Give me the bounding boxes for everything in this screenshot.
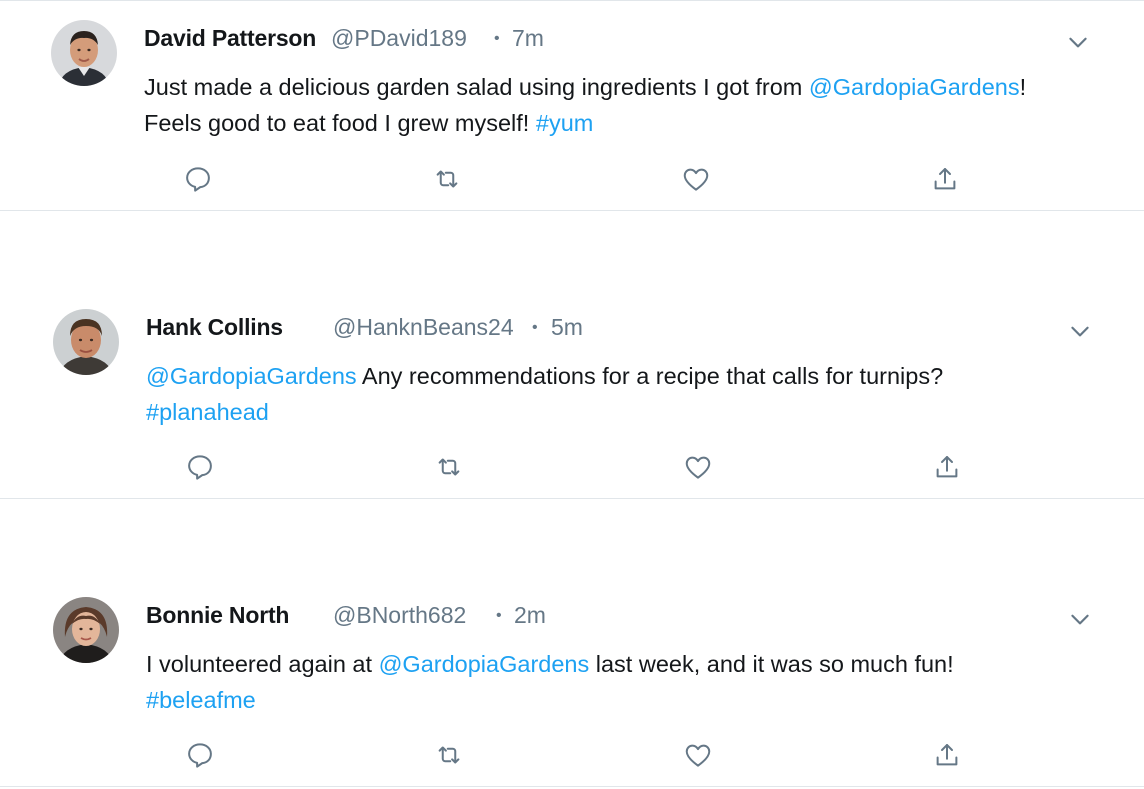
like-icon[interactable] bbox=[683, 452, 713, 482]
reply-icon[interactable] bbox=[185, 740, 215, 770]
chevron-down-icon[interactable] bbox=[1067, 318, 1093, 344]
timestamp[interactable]: 2m bbox=[514, 602, 546, 629]
like-icon[interactable] bbox=[683, 740, 713, 770]
reply-icon[interactable] bbox=[185, 452, 215, 482]
tweet[interactable]: David Patterson @PDavid189 • 7m Just mad… bbox=[0, 0, 1144, 192]
tweet-text-line: I volunteered again at @GardopiaGardens … bbox=[146, 646, 954, 682]
user-handle[interactable]: @BNorth682 bbox=[333, 602, 466, 629]
separator-dot: • bbox=[532, 319, 538, 336]
display-name[interactable]: David Patterson bbox=[144, 25, 316, 52]
tweet-feed: David Patterson @PDavid189 • 7m Just mad… bbox=[0, 0, 1144, 789]
tweet-text: Just made a delicious garden salad using… bbox=[144, 74, 809, 100]
tweet-text-line: Just made a delicious garden salad using… bbox=[144, 69, 1026, 105]
tweet-text-line: @GardopiaGardens Any recommendations for… bbox=[146, 358, 943, 394]
tweet-text-line: Feels good to eat food I grew myself! #y… bbox=[144, 105, 593, 141]
mention-link[interactable]: @GardopiaGardens bbox=[146, 363, 357, 389]
chevron-down-icon[interactable] bbox=[1065, 29, 1091, 55]
avatar[interactable] bbox=[51, 20, 117, 86]
tweet[interactable]: Bonnie North @BNorth682 • 2m I volunteer… bbox=[0, 577, 1144, 770]
hashtag-link[interactable]: #beleafme bbox=[146, 687, 256, 713]
tweet[interactable]: Hank Collins @HanknBeans24 • 5m @Gardopi… bbox=[0, 289, 1144, 482]
mention-link[interactable]: @GardopiaGardens bbox=[379, 651, 590, 677]
avatar[interactable] bbox=[53, 309, 119, 375]
divider bbox=[0, 786, 1144, 787]
user-handle[interactable]: @HanknBeans24 bbox=[333, 314, 514, 341]
tweet-text: Any recommendations for a recipe that ca… bbox=[356, 363, 944, 389]
tweet-text: last week, and it was so much fun! bbox=[589, 651, 954, 677]
share-icon[interactable] bbox=[932, 452, 962, 482]
display-name[interactable]: Hank Collins bbox=[146, 314, 283, 341]
timestamp[interactable]: 7m bbox=[512, 25, 544, 52]
separator-dot: • bbox=[494, 30, 500, 47]
timestamp[interactable]: 5m bbox=[551, 314, 583, 341]
tweet-text: Feels good to eat food I grew myself! bbox=[144, 110, 536, 136]
retweet-icon[interactable] bbox=[432, 164, 462, 194]
divider bbox=[0, 498, 1144, 499]
separator-dot: • bbox=[496, 607, 502, 624]
tweet-text-line: #beleafme bbox=[146, 682, 256, 718]
share-icon[interactable] bbox=[932, 740, 962, 770]
avatar[interactable] bbox=[53, 597, 119, 663]
hashtag-link[interactable]: #yum bbox=[536, 110, 593, 136]
mention-link[interactable]: @GardopiaGardens bbox=[809, 74, 1020, 100]
tweet-text-line: #planahead bbox=[146, 394, 269, 430]
retweet-icon[interactable] bbox=[434, 452, 464, 482]
chevron-down-icon[interactable] bbox=[1067, 606, 1093, 632]
hashtag-link[interactable]: #planahead bbox=[146, 399, 269, 425]
share-icon[interactable] bbox=[930, 164, 960, 194]
reply-icon[interactable] bbox=[183, 164, 213, 194]
tweet-text: I volunteered again at bbox=[146, 651, 379, 677]
like-icon[interactable] bbox=[681, 164, 711, 194]
retweet-icon[interactable] bbox=[434, 740, 464, 770]
divider bbox=[0, 210, 1144, 211]
tweet-text: ! bbox=[1019, 74, 1027, 100]
user-handle[interactable]: @PDavid189 bbox=[331, 25, 467, 52]
display-name[interactable]: Bonnie North bbox=[146, 602, 289, 629]
